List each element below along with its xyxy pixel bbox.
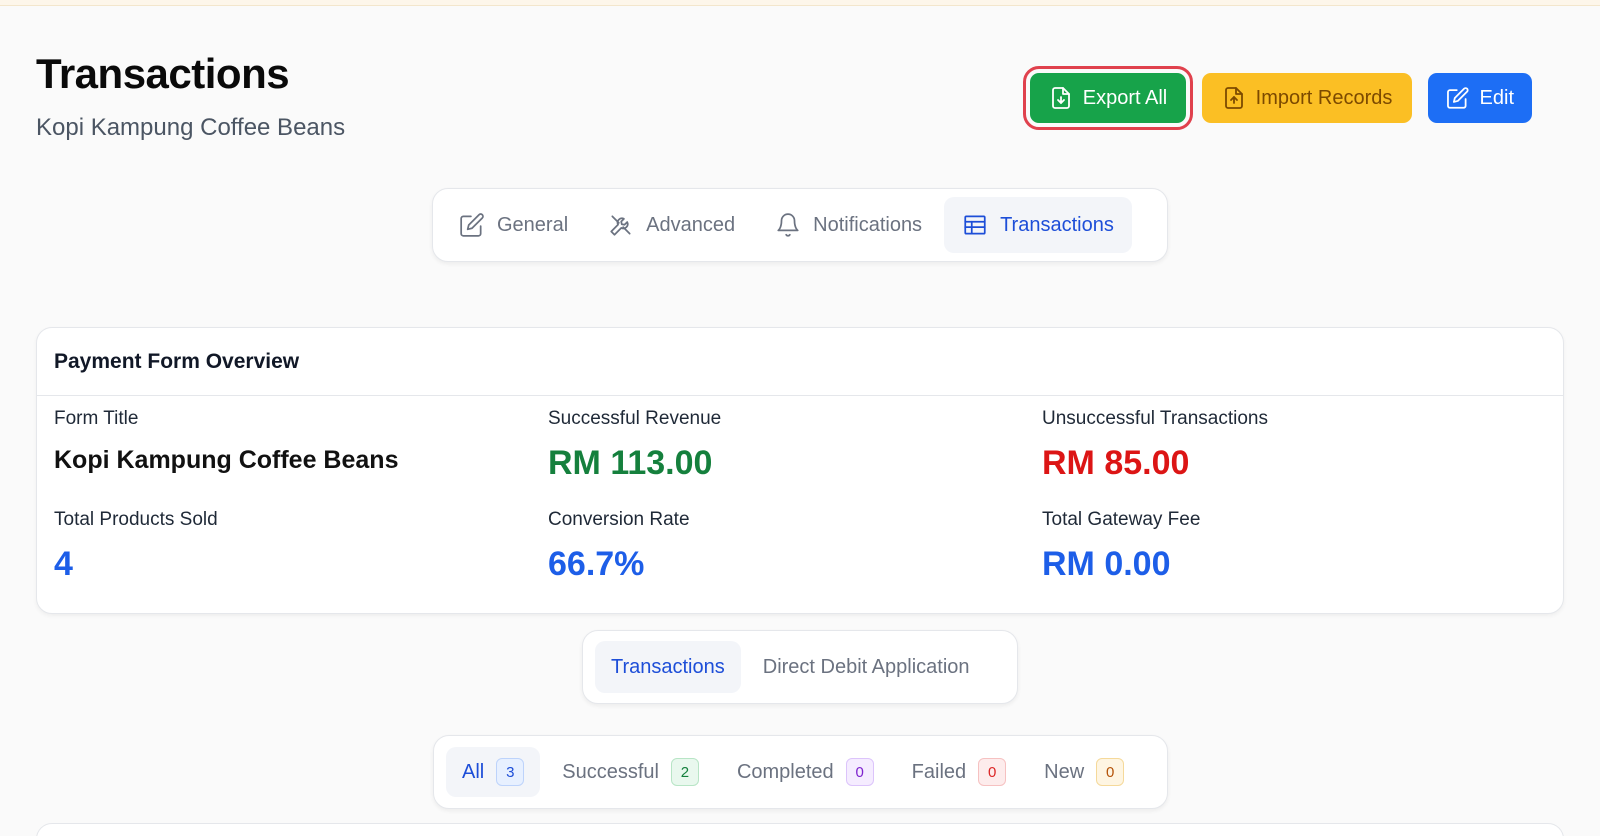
transactions-table-card [36, 823, 1564, 836]
bell-icon [777, 213, 799, 237]
filter-new-label: New [1044, 760, 1085, 783]
table-icon [964, 215, 986, 235]
export-all-label: Export All [1082, 86, 1168, 109]
tab-transactions[interactable]: Transactions [944, 197, 1132, 253]
tools-icon [610, 215, 631, 236]
conversion-rate-label: Conversion Rate [548, 509, 690, 530]
form-title-value: Kopi Kampung Coffee Beans [54, 446, 399, 474]
file-upload-icon [1224, 87, 1243, 109]
gateway-fee-label: Total Gateway Fee [1042, 509, 1201, 530]
tab-notifications[interactable]: Notifications [757, 197, 940, 253]
export-all-button[interactable]: Export All [1023, 66, 1193, 130]
overview-heading: Payment Form Overview [37, 328, 1563, 396]
filter-successful-count: 2 [670, 758, 699, 786]
page-subtitle: Kopi Kampung Coffee Beans [36, 114, 346, 141]
edit-label: Edit [1479, 86, 1514, 109]
filter-completed-label: Completed [736, 760, 834, 783]
successful-revenue-stat: Successful Revenue RM 113.00 [548, 408, 721, 483]
status-filter-tabs: All 3 Successful 2 Completed 0 Failed 0 … [433, 735, 1168, 809]
form-title-label: Form Title [54, 408, 139, 429]
gateway-fee-stat: Total Gateway Fee RM 0.00 [1042, 509, 1200, 584]
subtab-transactions[interactable]: Transactions [595, 641, 741, 693]
conversion-rate-value: 66.7% [548, 545, 645, 583]
filter-failed[interactable]: Failed 0 [896, 747, 1022, 797]
unsuccessful-transactions-label: Unsuccessful Transactions [1042, 408, 1268, 429]
total-products-label: Total Products Sold [54, 509, 218, 530]
edit-icon [1447, 87, 1469, 109]
file-download-icon [1051, 87, 1070, 109]
filter-failed-count: 0 [978, 758, 1007, 786]
tab-general-label: General [497, 213, 569, 236]
tab-general[interactable]: General [441, 197, 586, 253]
form-title-stat: Form Title Kopi Kampung Coffee Beans [54, 408, 398, 475]
header-actions: Export All Import Records Edit [1023, 66, 1532, 130]
filter-successful-label: Successful [562, 760, 659, 783]
page-title: Transactions [36, 50, 290, 97]
settings-tabbar: General Advanced Notifications Transacti… [432, 188, 1168, 262]
filter-all-label: All [462, 760, 485, 783]
pencil-square-icon [460, 213, 484, 237]
subtab-direct-debit-application[interactable]: Direct Debit Application [747, 641, 986, 693]
tab-advanced[interactable]: Advanced [590, 197, 753, 253]
unsuccessful-transactions-value: RM 85.00 [1042, 444, 1190, 482]
top-banner-strip [0, 0, 1600, 6]
conversion-rate-stat: Conversion Rate 66.7% [548, 509, 690, 584]
successful-revenue-label: Successful Revenue [548, 408, 722, 429]
successful-revenue-value: RM 113.00 [548, 444, 713, 482]
tab-transactions-label: Transactions [1000, 213, 1114, 236]
tab-advanced-label: Advanced [646, 213, 736, 236]
unsuccessful-transactions-stat: Unsuccessful Transactions RM 85.00 [1042, 408, 1268, 483]
import-records-button[interactable]: Import Records [1202, 73, 1412, 123]
filter-completed[interactable]: Completed 0 [721, 747, 890, 797]
tab-notifications-label: Notifications [813, 213, 923, 236]
filter-successful[interactable]: Successful 2 [546, 747, 715, 797]
filter-completed-count: 0 [845, 758, 874, 786]
edit-button[interactable]: Edit [1428, 73, 1532, 123]
filter-all-count: 3 [496, 758, 525, 786]
gateway-fee-value: RM 0.00 [1042, 545, 1171, 583]
filter-all[interactable]: All 3 [446, 747, 541, 797]
filter-new-count: 0 [1096, 758, 1125, 786]
import-records-label: Import Records [1255, 86, 1393, 109]
filter-new[interactable]: New 0 [1028, 747, 1140, 797]
filter-failed-label: Failed [911, 760, 967, 783]
total-products-stat: Total Products Sold 4 [54, 509, 218, 584]
transaction-type-tabs: Transactions Direct Debit Application [582, 630, 1018, 704]
payment-form-overview-card: Payment Form Overview Form Title Kopi Ka… [36, 327, 1564, 614]
total-products-value: 4 [54, 545, 73, 583]
